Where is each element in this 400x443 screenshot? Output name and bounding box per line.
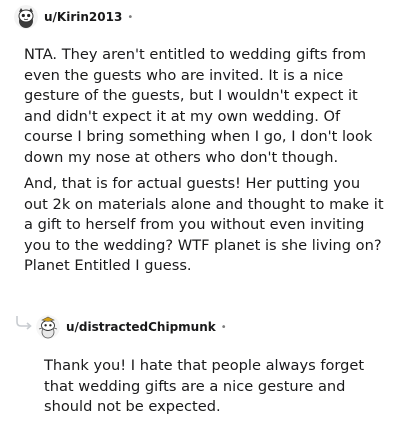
comment-header: u/Kirin2013 • [14, 4, 133, 30]
comment-header: u/distractedChipmunk • [36, 314, 227, 340]
user-avatar[interactable] [36, 315, 60, 339]
reply-arrow-icon [16, 316, 32, 330]
comment-paragraph: And, that is for actual guests! Her putt… [24, 175, 384, 274]
comment-thread: u/Kirin2013 • NTA. They aren't entitled … [0, 0, 400, 443]
comment-body: NTA. They aren't entitled to wedding gif… [24, 45, 386, 277]
user-avatar[interactable] [14, 5, 38, 29]
comment-paragraph: NTA. They aren't entitled to wedding gif… [24, 46, 373, 166]
comment-paragraph: Thank you! I hate that people always for… [44, 357, 365, 415]
username-link[interactable]: u/distractedChipmunk [66, 320, 216, 334]
username-link[interactable]: u/Kirin2013 [44, 10, 122, 24]
separator-dot: • [127, 11, 134, 23]
separator-dot: • [220, 321, 227, 333]
comment-body: Thank you! I hate that people always for… [44, 356, 384, 418]
snoo-avatar-icon [36, 315, 60, 339]
snoo-avatar-icon [14, 5, 38, 29]
